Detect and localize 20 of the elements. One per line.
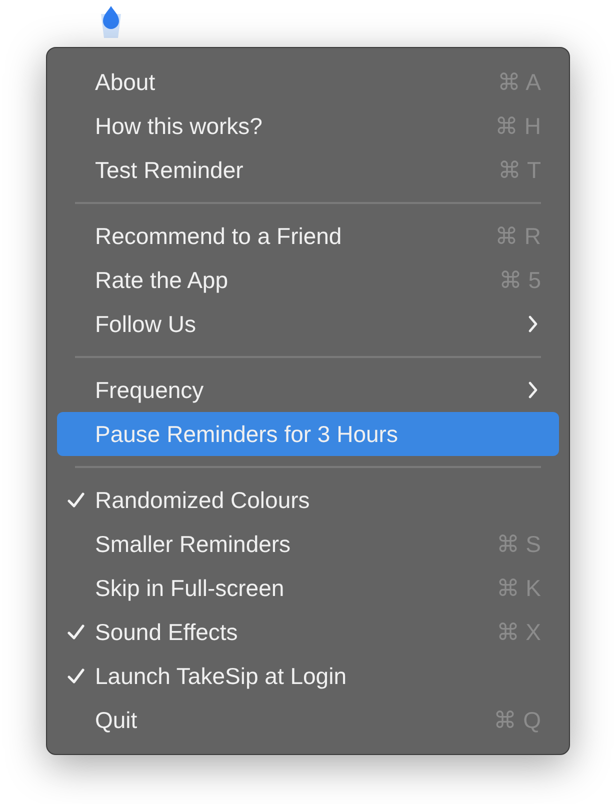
menu-item-label: Recommend to a Friend bbox=[95, 222, 342, 251]
menu-item-label: Sound Effects bbox=[95, 618, 238, 647]
menu-item[interactable]: Pause Reminders for 3 Hours bbox=[57, 412, 559, 456]
menu-item-label: Follow Us bbox=[95, 310, 196, 339]
menu-item-label: Frequency bbox=[95, 376, 204, 405]
menu-item-label: How this works? bbox=[95, 112, 262, 141]
menu-item-label: Launch TakeSip at Login bbox=[95, 662, 346, 691]
menu-item-label: Test Reminder bbox=[95, 156, 244, 185]
menu-item[interactable]: Launch TakeSip at Login bbox=[57, 654, 559, 698]
menu-item-label: Smaller Reminders bbox=[95, 530, 291, 559]
menu-item[interactable]: Randomized Colours bbox=[57, 478, 559, 522]
menu-item-label: Skip in Full-screen bbox=[95, 574, 284, 603]
menu-item-label: Pause Reminders for 3 Hours bbox=[95, 420, 398, 449]
menu-item-label: Rate the App bbox=[95, 266, 228, 295]
menu-item[interactable]: Frequency bbox=[57, 368, 559, 412]
water-cup-icon[interactable] bbox=[98, 4, 124, 40]
menu-item-label: About bbox=[95, 68, 156, 97]
menu-item-label: Randomized Colours bbox=[95, 486, 310, 515]
menu-item-label: Quit bbox=[95, 706, 138, 735]
menu-item[interactable]: Follow Us bbox=[57, 302, 559, 346]
